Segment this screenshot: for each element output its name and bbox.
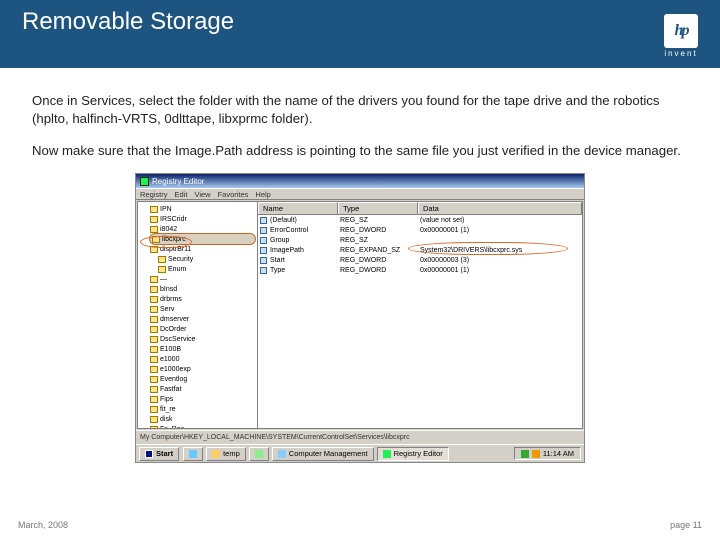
- hp-logo-icon: hp: [664, 14, 698, 48]
- folder-icon: [158, 256, 166, 263]
- value-icon: [260, 247, 267, 254]
- column-header[interactable]: Name: [258, 202, 338, 214]
- slide-body: Once in Services, select the folder with…: [0, 68, 720, 463]
- folder-icon: [150, 366, 158, 373]
- menu-item[interactable]: Registry: [140, 190, 168, 199]
- footer-date: March, 2008: [18, 520, 68, 530]
- folder-icon: [150, 316, 158, 323]
- app-icon: [189, 450, 197, 458]
- list-row[interactable]: StartREG_DWORD0x00000003 (3): [258, 255, 582, 265]
- tree-node[interactable]: e1000: [150, 354, 255, 364]
- folder-icon: [150, 306, 158, 313]
- value-icon: [260, 227, 267, 234]
- tree-node[interactable]: IPN: [150, 204, 255, 214]
- tree-node[interactable]: disk: [150, 414, 255, 424]
- registry-listview[interactable]: NameTypeData (Default)REG_SZ(value not s…: [258, 202, 582, 428]
- footer-page: page 11: [670, 520, 702, 530]
- menu-item[interactable]: Favorites: [218, 190, 249, 199]
- tree-node[interactable]: bInsd: [150, 284, 255, 294]
- menu-item[interactable]: Help: [255, 190, 270, 199]
- menu-bar: Registry Edit View Favorites Help: [136, 188, 584, 200]
- tree-node[interactable]: Security: [158, 254, 255, 264]
- taskbar-button[interactable]: [183, 447, 203, 461]
- list-row[interactable]: ErrorControlREG_DWORD0x00000001 (1): [258, 225, 582, 235]
- highlight-circle-icon: [408, 242, 568, 255]
- value-icon: [260, 267, 267, 274]
- slide-header: Removable Storage hp invent: [0, 0, 720, 68]
- column-header[interactable]: Data: [418, 202, 582, 214]
- window-body: IPNIRSCridri8042libcxprcdisptrBr11Securi…: [137, 201, 583, 429]
- tree-node[interactable]: Fs_Rec: [150, 424, 255, 428]
- tree-node[interactable]: dmserver: [150, 314, 255, 324]
- taskbar-button[interactable]: Computer Management: [272, 447, 374, 461]
- folder-icon: [150, 336, 158, 343]
- app-icon: [278, 450, 286, 458]
- app-icon: [212, 450, 220, 458]
- list-header: NameTypeData: [258, 202, 582, 215]
- tree-node[interactable]: E100B: [150, 344, 255, 354]
- column-header[interactable]: Type: [338, 202, 418, 214]
- tree-node[interactable]: —: [150, 274, 255, 284]
- tree-node[interactable]: drbrms: [150, 294, 255, 304]
- tree-node[interactable]: Serv: [150, 304, 255, 314]
- folder-icon: [150, 416, 158, 423]
- tree-node[interactable]: e1000exp: [150, 364, 255, 374]
- app-icon: [383, 450, 391, 458]
- menu-item[interactable]: View: [194, 190, 210, 199]
- system-tray[interactable]: 11:14 AM: [514, 447, 581, 460]
- folder-icon: [150, 356, 158, 363]
- window-title: Registry Editor: [152, 177, 204, 186]
- clock: 11:14 AM: [543, 449, 574, 458]
- tray-icon: [532, 450, 540, 458]
- tree-node[interactable]: IRSCridr: [150, 214, 255, 224]
- slide-footer: March, 2008 page 11: [0, 520, 720, 530]
- folder-icon: [150, 406, 158, 413]
- folder-icon: [150, 396, 158, 403]
- windows-icon: [145, 450, 153, 458]
- folder-icon: [150, 376, 158, 383]
- tree-node[interactable]: DcOrder: [150, 324, 255, 334]
- window-titlebar: Registry Editor: [136, 174, 584, 188]
- app-icon: [255, 450, 263, 458]
- folder-icon: [150, 206, 158, 213]
- value-icon: [260, 237, 267, 244]
- value-icon: [260, 217, 267, 224]
- registry-tree[interactable]: IPNIRSCridri8042libcxprcdisptrBr11Securi…: [138, 202, 258, 428]
- folder-icon: [150, 286, 158, 293]
- folder-icon: [150, 296, 158, 303]
- list-row[interactable]: (Default)REG_SZ(value not set): [258, 215, 582, 225]
- tree-node[interactable]: fit_re: [150, 404, 255, 414]
- instruction-1: Once in Services, select the folder with…: [32, 92, 688, 128]
- folder-icon: [150, 346, 158, 353]
- hp-logo: hp invent: [664, 14, 698, 58]
- app-icon: [140, 177, 149, 186]
- tree-node[interactable]: Enum: [158, 264, 255, 274]
- folder-icon: [150, 276, 158, 283]
- folder-icon: [150, 226, 158, 233]
- folder-icon: [150, 326, 158, 333]
- taskbar-button[interactable]: [249, 447, 269, 461]
- screenshot-regedit: Registry Editor Registry Edit View Favorite…: [135, 173, 585, 463]
- taskbar: Start temp Computer ManagementRegistry Ed…: [136, 444, 584, 462]
- page-title: Removable Storage: [22, 8, 234, 36]
- taskbar-button[interactable]: Registry Editor: [377, 447, 449, 461]
- hp-logo-sub: invent: [664, 49, 697, 58]
- tree-node[interactable]: Fastfat: [150, 384, 255, 394]
- status-bar: My Computer\HKEY_LOCAL_MACHINE\SYSTEM\Cu…: [136, 430, 584, 444]
- list-row[interactable]: TypeREG_DWORD0x00000001 (1): [258, 265, 582, 275]
- folder-icon: [158, 266, 166, 273]
- tree-node[interactable]: Fips: [150, 394, 255, 404]
- folder-icon: [150, 386, 158, 393]
- tray-icon: [521, 450, 529, 458]
- folder-icon: [150, 216, 158, 223]
- start-button[interactable]: Start: [139, 447, 179, 461]
- value-icon: [260, 257, 267, 264]
- tree-node[interactable]: DscService: [150, 334, 255, 344]
- taskbar-button[interactable]: temp: [206, 447, 246, 461]
- tree-node[interactable]: i8042: [150, 224, 255, 234]
- instruction-2: Now make sure that the Image.Path addres…: [32, 142, 688, 160]
- menu-item[interactable]: Edit: [175, 190, 188, 199]
- tree-node[interactable]: Eventlog: [150, 374, 255, 384]
- folder-icon: [150, 426, 158, 429]
